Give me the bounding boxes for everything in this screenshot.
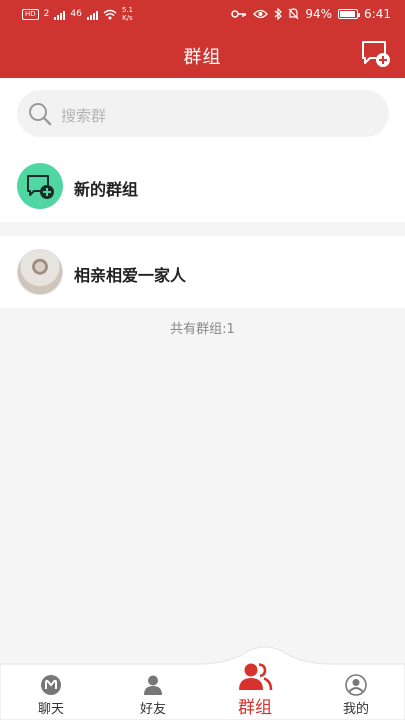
page-title: 群组 — [183, 47, 222, 68]
key-icon — [231, 10, 247, 18]
search-input[interactable]: 搜索群 — [17, 90, 389, 137]
nav-chat[interactable]: 聊天 — [11, 672, 91, 720]
profile-icon — [345, 674, 367, 696]
groups-page: HD 2 46 5.1 K/s 94% 6:41 群组 搜索群 新的群组 相亲相… — [0, 0, 405, 720]
add-group-icon — [27, 175, 54, 199]
chat-m-icon — [41, 675, 61, 695]
nav-friends-label: 好友 — [139, 702, 166, 717]
wifi-icon — [103, 9, 117, 19]
network-type: 46 — [70, 9, 82, 19]
network-speed: 5.1 K/s — [122, 6, 133, 22]
status-left: HD 2 46 5.1 K/s — [22, 6, 133, 22]
person-icon — [144, 675, 162, 695]
nav-friends[interactable]: 好友 — [113, 672, 193, 720]
group-row[interactable]: 相亲相爱一家人 — [0, 236, 405, 308]
battery-icon — [338, 9, 361, 19]
search-section: 搜索群 — [0, 78, 405, 150]
group-icon — [239, 663, 273, 691]
mute-bell-icon — [288, 8, 299, 20]
new-group-avatar — [17, 163, 63, 209]
nav-groups-label: 群组 — [238, 698, 272, 718]
group-count: 共有群组:1 — [170, 322, 235, 337]
hd-badge: HD — [22, 8, 39, 20]
app-header: 群组 — [0, 30, 405, 78]
clock: 6:41 — [364, 7, 391, 21]
eye-icon — [253, 9, 269, 19]
nav-profile[interactable]: 我的 — [316, 672, 396, 720]
search-icon — [29, 103, 52, 126]
nav-profile-label: 我的 — [342, 702, 369, 717]
battery-percent: 94% — [305, 7, 333, 21]
search-placeholder: 搜索群 — [61, 107, 107, 125]
status-right: 94% 6:41 — [231, 7, 391, 21]
speed-unit: K/s — [122, 14, 133, 22]
nav-chat-label: 聊天 — [37, 702, 64, 717]
add-chat-icon — [362, 41, 390, 67]
nav-groups[interactable]: 群组 — [215, 663, 295, 720]
bottom-nav: 聊天 好友 群组 我的 — [0, 640, 405, 720]
group-avatar — [17, 249, 63, 295]
new-group-label: 新的群组 — [74, 180, 139, 199]
group-name: 相亲相爱一家人 — [74, 266, 187, 285]
signal-icon-2 — [86, 9, 98, 20]
signal-icon — [54, 9, 66, 20]
speed-value: 5.1 — [121, 6, 133, 14]
bluetooth-icon — [274, 8, 283, 20]
new-group-row[interactable]: 新的群组 — [0, 150, 405, 222]
status-bar: HD 2 46 5.1 K/s 94% 6:41 — [0, 0, 405, 30]
add-chat-button[interactable] — [361, 40, 391, 68]
sim-number: 2 — [43, 9, 50, 19]
